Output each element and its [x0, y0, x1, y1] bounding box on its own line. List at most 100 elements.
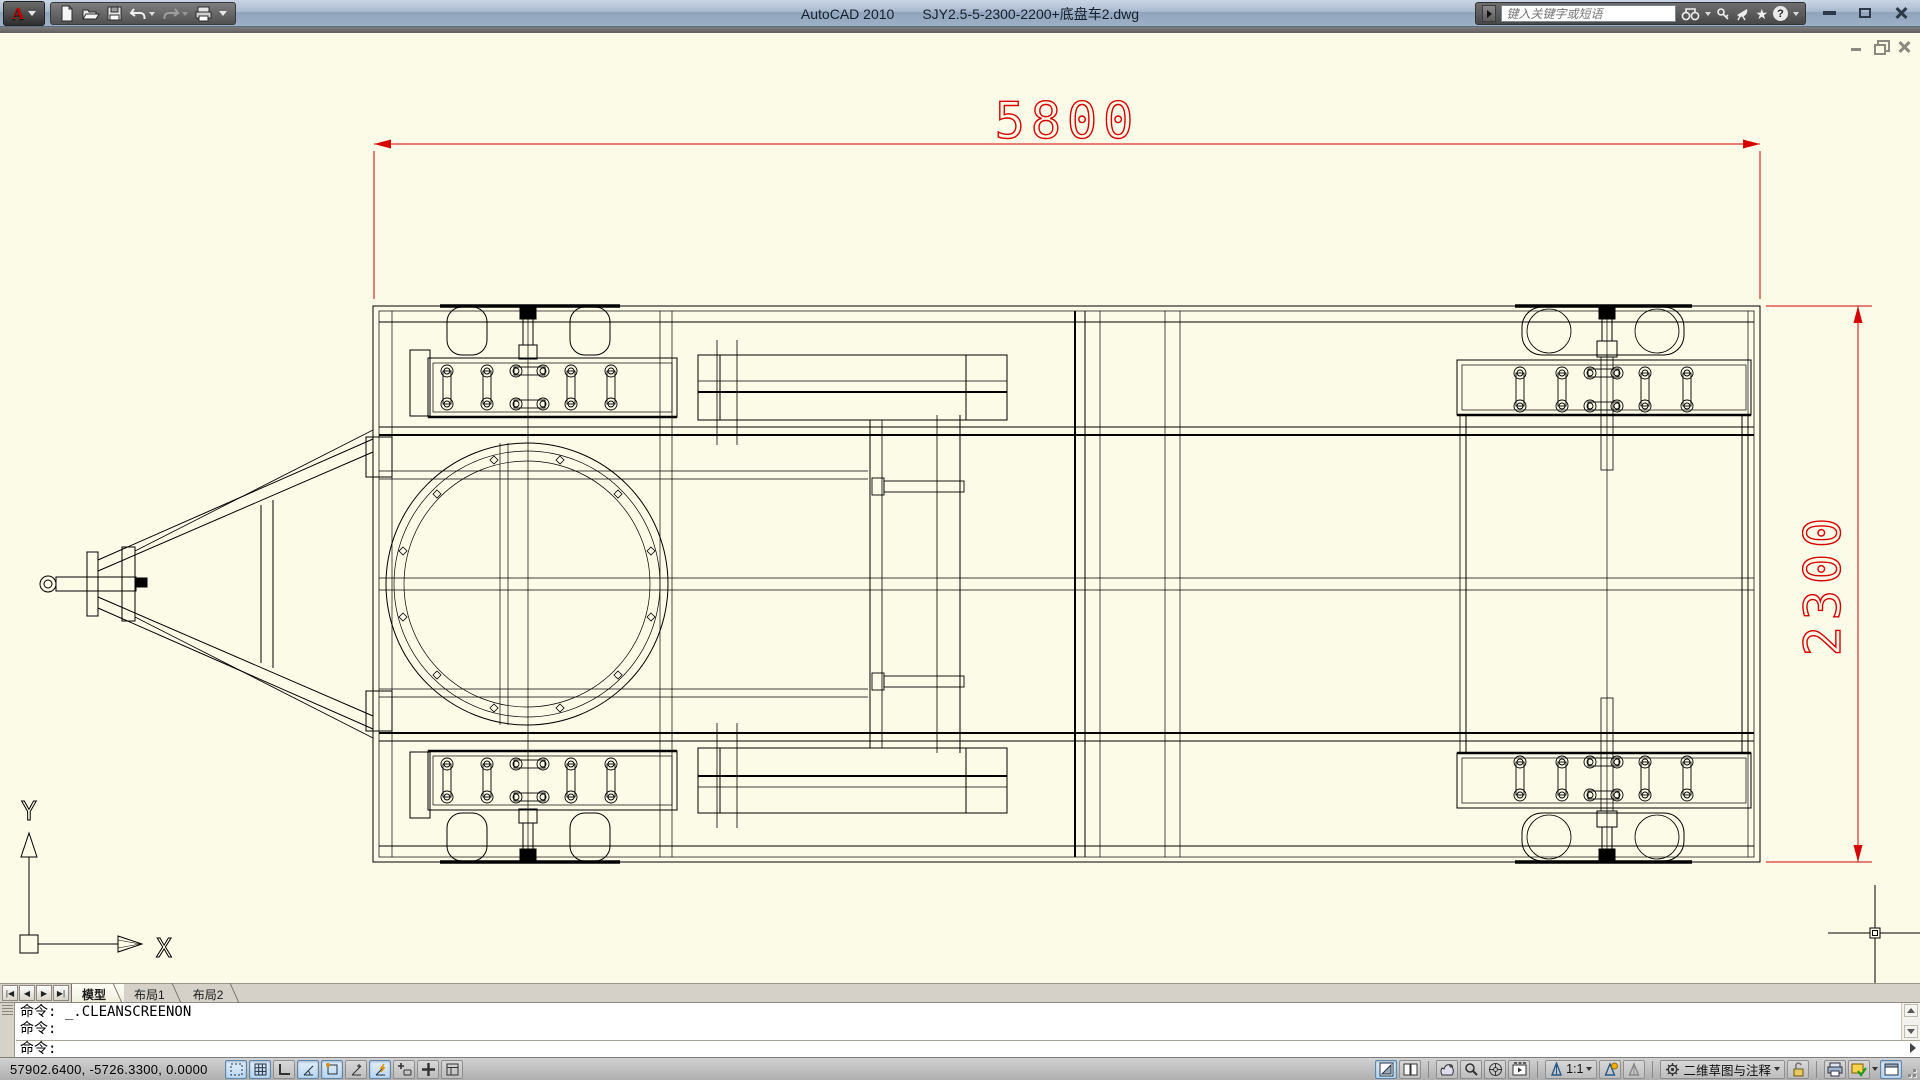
- doc-close-button[interactable]: [1897, 40, 1912, 53]
- cad-drawing[interactable]: 5800 2300 X Y: [0, 33, 1920, 983]
- zoom-button[interactable]: [1460, 1059, 1483, 1079]
- tab-navigation: |◀ ◀ ▶ ▶|: [0, 984, 71, 1002]
- polar-toggle-button[interactable]: [297, 1059, 319, 1079]
- annotation-autoscale-button[interactable]: [1623, 1059, 1646, 1079]
- dyn-toggle-button[interactable]: [393, 1059, 415, 1079]
- favorites-button[interactable]: ★: [1755, 7, 1768, 21]
- scroll-up-button[interactable]: [1904, 1004, 1918, 1017]
- app-title-text: AutoCAD 2010: [800, 5, 895, 22]
- chevron-right-icon: [1486, 9, 1492, 18]
- application-menu-button[interactable]: A: [3, 1, 45, 26]
- infocenter-bar: ★ ?: [1475, 2, 1806, 25]
- first-tab-button[interactable]: |◀: [2, 985, 18, 1001]
- annotation-scale-button[interactable]: 1:1: [1545, 1059, 1598, 1079]
- clean-screen-button[interactable]: [1880, 1059, 1902, 1079]
- layout-space-button[interactable]: [1399, 1059, 1422, 1079]
- new-file-icon: [61, 5, 73, 22]
- maximize-button[interactable]: [1856, 4, 1874, 22]
- steering-wheel-button[interactable]: [1484, 1059, 1507, 1079]
- communication-center-button[interactable]: [1735, 7, 1750, 21]
- dimension-width[interactable]: 2300: [1766, 305, 1872, 863]
- floppy-disk-icon: [107, 6, 122, 21]
- object-snap-tracking-icon: [351, 1063, 361, 1075]
- rear-axle-assembly[interactable]: [1456, 306, 1752, 862]
- unlock-icon: [1793, 1061, 1803, 1076]
- tab-layout2[interactable]: 布局2: [183, 984, 242, 1002]
- object-snap-icon: [325, 1062, 337, 1074]
- subscription-center-button[interactable]: [1716, 7, 1730, 21]
- close-icon: [1894, 6, 1908, 20]
- resize-grip-icon[interactable]: [1904, 1059, 1918, 1079]
- annotation-visibility-button[interactable]: [1599, 1059, 1622, 1079]
- dim-width-text: 2300: [1794, 512, 1852, 656]
- infocenter-expand-button[interactable]: [1482, 5, 1497, 22]
- drawing-canvas[interactable]: 5800 2300 X Y: [0, 33, 1920, 983]
- osnap-toggle-button[interactable]: [321, 1059, 343, 1079]
- last-tab-button[interactable]: ▶|: [53, 985, 69, 1001]
- annotation-scale-icon: [1551, 1061, 1563, 1076]
- plot-status-button[interactable]: [1824, 1059, 1846, 1079]
- search-input[interactable]: [1501, 5, 1677, 22]
- hitch-drawbar[interactable]: [39, 429, 393, 739]
- mid-frame-structure[interactable]: [697, 340, 1008, 828]
- ortho-toggle-button[interactable]: [273, 1059, 295, 1079]
- doc-minimize-button[interactable]: [1849, 40, 1864, 53]
- prev-tab-button[interactable]: ◀: [19, 985, 35, 1001]
- chevron-down-icon[interactable]: [149, 11, 155, 16]
- lwt-toggle-button[interactable]: [417, 1059, 439, 1079]
- search-options-chevron-icon[interactable]: [1705, 11, 1712, 16]
- command-options-arrow-icon[interactable]: [1910, 1043, 1916, 1053]
- tray-options-chevron-icon[interactable]: [1872, 1067, 1878, 1071]
- snap-icon: [230, 1063, 242, 1075]
- tab-model[interactable]: 模型: [71, 984, 125, 1002]
- command-prompt[interactable]: 命令:: [16, 1041, 1898, 1057]
- doc-restore-button[interactable]: [1873, 40, 1890, 55]
- command-scrollbar[interactable]: [1901, 1003, 1920, 1040]
- chevron-down-icon[interactable]: [182, 11, 188, 16]
- front-axle-assembly[interactable]: [409, 306, 678, 862]
- model-space-button[interactable]: [1375, 1059, 1398, 1079]
- grid-toggle-button[interactable]: [249, 1059, 271, 1079]
- new-file-button[interactable]: [59, 5, 75, 22]
- scroll-down-button[interactable]: [1904, 1025, 1918, 1038]
- turntable-circle[interactable]: [385, 442, 669, 726]
- chevron-down-icon: [1774, 1067, 1780, 1071]
- help-button[interactable]: ?: [1773, 6, 1788, 21]
- qp-toggle-button[interactable]: [441, 1059, 463, 1079]
- binoculars-icon: [1682, 7, 1700, 20]
- workspace-switch-button[interactable]: 二维草图与注释: [1660, 1059, 1785, 1079]
- toolbar-options-chevron-icon[interactable]: [219, 11, 227, 16]
- layout-icon: [1403, 1063, 1418, 1075]
- lineweight-icon: [421, 1062, 435, 1076]
- toolbar-lock-button[interactable]: [1787, 1059, 1809, 1079]
- tab-layout1[interactable]: 布局1: [124, 984, 183, 1002]
- snap-toggle-button[interactable]: [225, 1059, 247, 1079]
- redo-button[interactable]: [162, 6, 188, 21]
- status-bar: 57902.6400, -5726.3300, 0.0000 1:1 二维草图与…: [0, 1057, 1920, 1080]
- drafting-toggles: [225, 1059, 463, 1079]
- showmotion-button[interactable]: [1508, 1059, 1531, 1079]
- close-button[interactable]: [1892, 4, 1910, 22]
- ducs-toggle-button[interactable]: [369, 1059, 391, 1079]
- quick-view-drawings-button[interactable]: [1436, 1059, 1459, 1079]
- help-options-chevron-icon[interactable]: [1793, 11, 1799, 16]
- search-button[interactable]: [1681, 7, 1700, 21]
- command-window[interactable]: 命令: _.CLEANSCREENON 命令: 命令:: [0, 1003, 1920, 1057]
- open-file-button[interactable]: [82, 6, 100, 22]
- next-tab-button[interactable]: ▶: [36, 985, 52, 1001]
- command-window-grip[interactable]: [0, 1003, 15, 1057]
- save-button[interactable]: [107, 6, 122, 21]
- minimize-button[interactable]: [1820, 4, 1838, 22]
- tray-status-button[interactable]: [1848, 1059, 1870, 1079]
- command-history-line: 命令: _.CLEANSCREENON: [20, 1004, 192, 1020]
- plot-button[interactable]: [195, 6, 212, 22]
- workspace-label: 二维草图与注释: [1683, 1063, 1771, 1078]
- chassis-frame[interactable]: [372, 304, 1761, 864]
- annotation-scale-value: 1:1: [1566, 1062, 1584, 1076]
- undo-button[interactable]: [129, 6, 155, 21]
- dimension-length[interactable]: 5800: [373, 91, 1761, 299]
- open-folder-icon: [82, 9, 100, 19]
- ucs-icon: X Y: [19, 797, 173, 965]
- document-title-text: SJY2.5-5-2300-2200+底盘车2.dwg: [922, 5, 1140, 22]
- otrack-toggle-button[interactable]: [345, 1059, 367, 1079]
